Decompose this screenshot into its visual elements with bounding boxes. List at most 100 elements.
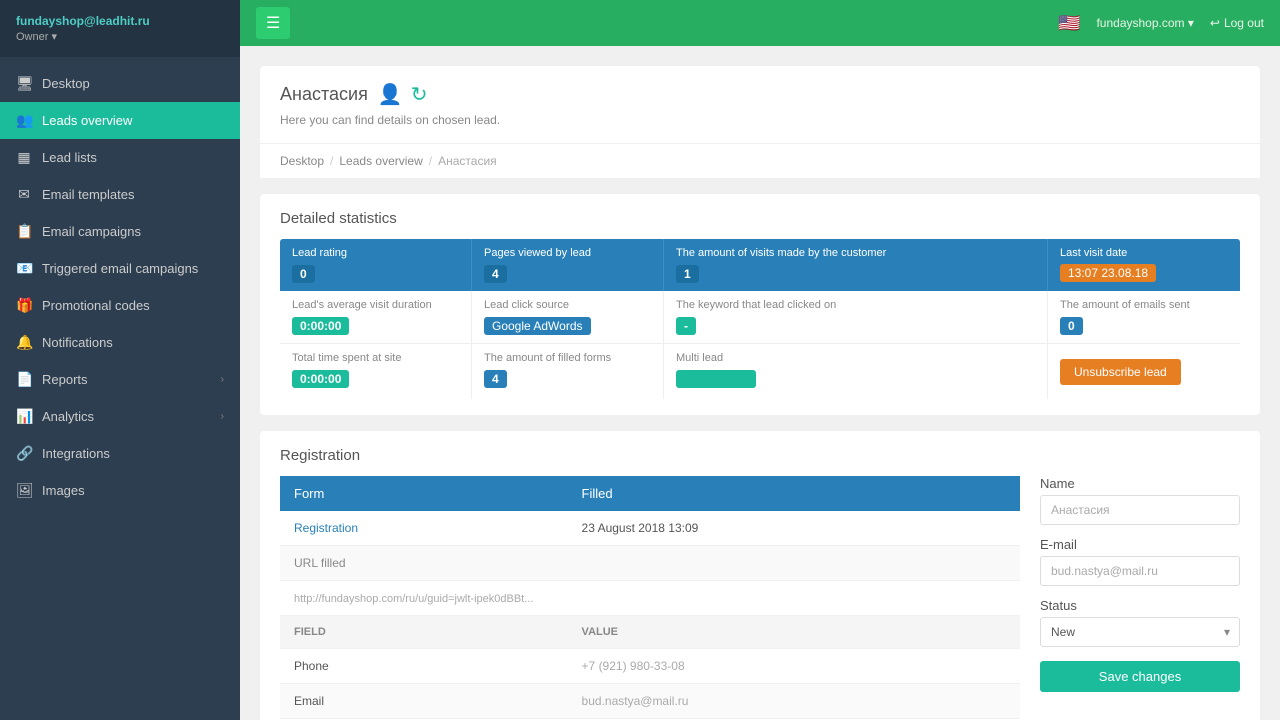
field-value-email: bud.nastya@mail.ru — [568, 684, 1020, 719]
topbar-right: 🇺🇸 fundayshop.com ▾ ↩ Log out — [1058, 13, 1264, 34]
breadcrumb-leads[interactable]: Leads overview — [339, 154, 422, 168]
status-select-wrapper: New In progress Closed Spam — [1040, 617, 1240, 647]
reset-icon[interactable]: ↻ — [411, 82, 428, 107]
sidebar-item-label: Lead lists — [42, 150, 224, 165]
name-input[interactable] — [1040, 495, 1240, 525]
multi-lead-bar — [676, 370, 756, 388]
stat-label: Lead rating — [292, 247, 459, 259]
sidebar-item-label: Reports — [42, 372, 211, 387]
sidebar-item-analytics[interactable]: 📊 Analytics › — [0, 398, 240, 435]
integrations-icon: 🔗 — [16, 445, 32, 462]
person-icon[interactable]: 👤 — [378, 82, 403, 107]
sidebar-item-label: Email campaigns — [42, 224, 224, 239]
registration-link[interactable]: Registration — [294, 521, 358, 535]
language-flag[interactable]: 🇺🇸 — [1058, 13, 1080, 34]
user-email: fundayshop@leadhit.ru — [16, 14, 224, 28]
stat-value: 4 — [484, 370, 507, 388]
sidebar-item-promotional-codes[interactable]: 🎁 Promotional codes — [0, 287, 240, 324]
url-value-row: http://fundayshop.com/ru/u/guid=jwlt-ipe… — [280, 581, 1020, 616]
registration-table: Form Filled Registration 23 August 2018 … — [280, 476, 1020, 720]
breadcrumb: Desktop / Leads overview / Анастасия — [260, 143, 1260, 178]
sidebar-item-email-templates[interactable]: ✉ Email templates — [0, 176, 240, 213]
registration-section: Registration Form Filled Regist — [260, 431, 1260, 720]
sidebar-item-leads-overview[interactable]: 👥 Leads overview — [0, 102, 240, 139]
table-row: Registration 23 August 2018 13:09 — [280, 511, 1020, 546]
form-link-cell: Registration — [280, 511, 568, 546]
sidebar-item-images[interactable]: 🖼 Images — [0, 472, 240, 509]
column-form: Form — [280, 476, 568, 511]
stat-label: Last visit date — [1060, 247, 1228, 259]
url-full-cell: http://fundayshop.com/ru/u/guid=jwlt-ipe… — [280, 581, 1020, 616]
stat-value: 0:00:00 — [292, 370, 349, 388]
status-select[interactable]: New In progress Closed Spam — [1040, 617, 1240, 647]
menu-button[interactable]: ☰ — [256, 7, 290, 39]
unsubscribe-cell: Unsubscribe lead — [1048, 344, 1240, 399]
sidebar-item-triggered-email[interactable]: 📧 Triggered email campaigns — [0, 250, 240, 287]
sidebar-item-label: Promotional codes — [42, 298, 224, 313]
leads-icon: 👥 — [16, 112, 32, 129]
stat-value: 1 — [676, 265, 699, 283]
value-col-header: Value — [568, 616, 1020, 649]
url-label-cell: URL filled — [280, 546, 568, 581]
url-row: URL filled — [280, 546, 1020, 581]
stat-multi-lead: Multi lead — [664, 344, 1048, 399]
desktop-icon: 🖥 — [16, 75, 32, 92]
stat-pages-viewed: Pages viewed by lead 4 — [472, 239, 664, 291]
sidebar-item-label: Triggered email campaigns — [42, 261, 224, 276]
sidebar-item-email-campaigns[interactable]: 📋 Email campaigns — [0, 213, 240, 250]
notifications-icon: 🔔 — [16, 334, 32, 351]
user-role[interactable]: Owner ▾ — [16, 30, 224, 43]
stat-label: The amount of emails sent — [1060, 299, 1228, 311]
stat-value: Google AdWords — [484, 317, 591, 335]
column-filled: Filled — [568, 476, 1020, 511]
breadcrumb-sep: / — [330, 154, 333, 168]
email-campaigns-icon: 📋 — [16, 223, 32, 240]
stat-label: Pages viewed by lead — [484, 247, 651, 259]
sidebar-item-label: Integrations — [42, 446, 224, 461]
images-icon: 🖼 — [16, 482, 32, 499]
field-header-row: Field Value — [280, 616, 1020, 649]
analytics-icon: 📊 — [16, 408, 32, 425]
sidebar-item-label: Desktop — [42, 76, 224, 91]
logout-label: Log out — [1224, 16, 1264, 30]
table-header-row: Form Filled — [280, 476, 1020, 511]
stat-label: The keyword that lead clicked on — [676, 299, 1035, 311]
status-label: Status — [1040, 598, 1240, 613]
domain-selector[interactable]: fundayshop.com ▾ — [1096, 16, 1193, 30]
sidebar-nav: 🖥 Desktop 👥 Leads overview ▦ Lead lists … — [0, 57, 240, 720]
content-area: Анастасия 👤 ↻ Here you can find details … — [240, 46, 1280, 720]
stat-lead-rating: Lead rating 0 — [280, 239, 472, 291]
chevron-right-icon: › — [221, 411, 224, 422]
breadcrumb-desktop[interactable]: Desktop — [280, 154, 324, 168]
sidebar-item-reports[interactable]: 📄 Reports › — [0, 361, 240, 398]
logout-button[interactable]: ↩ Log out — [1210, 16, 1264, 30]
breadcrumb-sep: / — [429, 154, 432, 168]
side-form: Name E-mail Status New In progress Close… — [1040, 476, 1240, 720]
main-container: ☰ 🇺🇸 fundayshop.com ▾ ↩ Log out Анастаси… — [240, 0, 1280, 720]
email-templates-icon: ✉ — [16, 186, 32, 203]
stat-label: Total time spent at site — [292, 352, 459, 364]
lead-lists-icon: ▦ — [16, 149, 32, 166]
table-row: Phone +7 (921) 980-33-08 — [280, 649, 1020, 684]
email-input[interactable] — [1040, 556, 1240, 586]
sidebar-item-lead-lists[interactable]: ▦ Lead lists — [0, 139, 240, 176]
stat-value: 0:00:00 — [292, 317, 349, 335]
name-label: Name — [1040, 476, 1240, 491]
page-header-icons: 👤 ↻ — [378, 82, 428, 107]
save-changes-button[interactable]: Save changes — [1040, 661, 1240, 692]
table-row: Email bud.nastya@mail.ru — [280, 684, 1020, 719]
sidebar-item-notifications[interactable]: 🔔 Notifications — [0, 324, 240, 361]
stat-visits: The amount of visits made by the custome… — [664, 239, 1048, 291]
field-name-phone: Phone — [280, 649, 568, 684]
filled-date-cell: 23 August 2018 13:09 — [568, 511, 1020, 546]
sidebar-item-label: Notifications — [42, 335, 224, 350]
stat-emails-sent: The amount of emails sent 0 — [1048, 291, 1240, 343]
unsubscribe-button[interactable]: Unsubscribe lead — [1060, 359, 1181, 385]
stat-label: The amount of visits made by the custome… — [676, 247, 1035, 259]
url-text: http://fundayshop.com/ru/u/guid=jwlt-ipe… — [294, 593, 533, 605]
sidebar-item-desktop[interactable]: 🖥 Desktop — [0, 65, 240, 102]
stat-click-source: Lead click source Google AdWords — [472, 291, 664, 343]
sidebar-item-integrations[interactable]: 🔗 Integrations — [0, 435, 240, 472]
stat-filled-forms: The amount of filled forms 4 — [472, 344, 664, 399]
page-header: Анастасия 👤 ↻ Here you can find details … — [260, 66, 1260, 143]
